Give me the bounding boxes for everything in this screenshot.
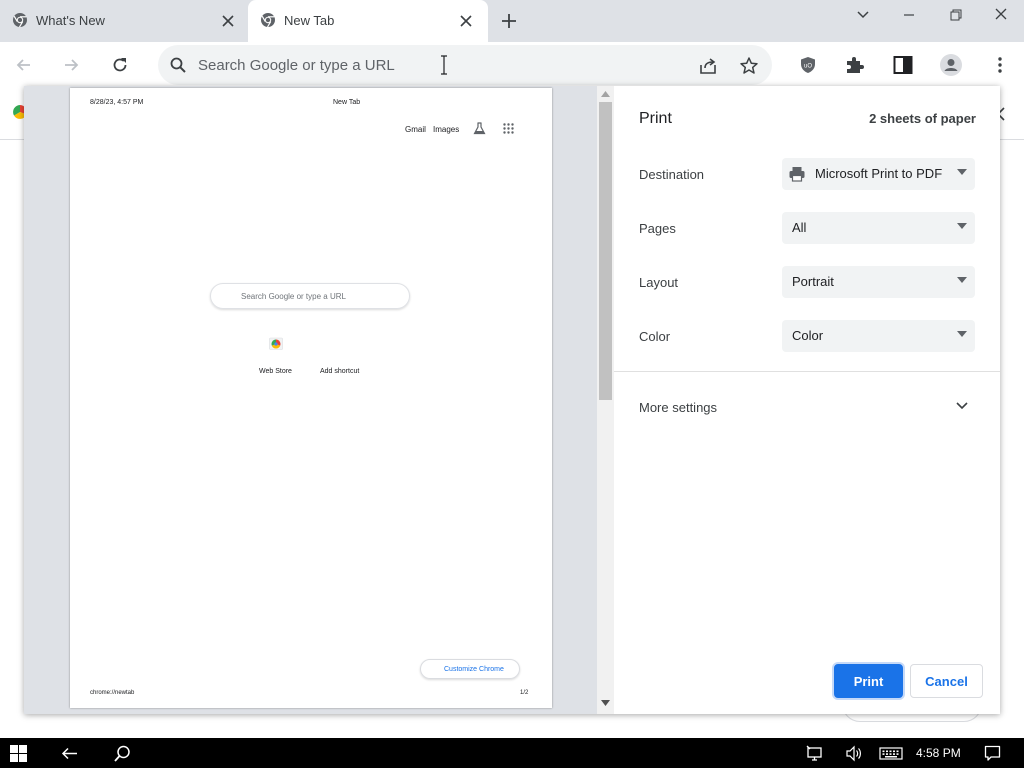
sheet-count: 2 sheets of paper [869,111,976,126]
print-title: Print [639,110,672,127]
profile-avatar-icon[interactable] [939,53,963,77]
divider [614,371,1000,372]
more-settings-toggle[interactable]: More settings [614,384,1000,432]
keyboard-icon[interactable] [879,745,903,762]
preview-shortcut-web-store: Web Store [259,368,292,375]
tab-strip: What's New New Tab [0,0,1024,42]
preview-header-datetime: 8/28/23, 4:57 PM [90,99,144,106]
preview-scrollbar[interactable] [597,86,614,714]
shield-extension-icon[interactable]: uO [796,53,820,77]
preview-search-placeholder: Search Google or type a URL [241,292,346,301]
search-icon [170,57,186,73]
destination-select[interactable]: Microsoft Print to PDF [782,158,975,190]
toolbar: Search Google or type a URL uO [0,42,1024,88]
cancel-button[interactable]: Cancel [910,664,983,698]
close-icon[interactable] [219,12,237,30]
bookmark-star-icon[interactable] [739,56,759,76]
menu-kebab-icon[interactable] [988,53,1012,77]
labs-flask-icon [473,122,486,135]
omnibox-placeholder[interactable]: Search Google or type a URL [198,57,395,74]
scroll-up-arrow-icon[interactable] [601,91,610,97]
restore-icon[interactable] [943,6,967,24]
preview-search-box: Search Google or type a URL [210,283,410,309]
preview-customize-label: Customize Chrome [444,666,504,673]
color-select[interactable]: Color [782,320,975,352]
tab-title: New Tab [284,13,335,28]
color-value: Color [792,328,824,343]
preview-customize-chrome: Customize Chrome [420,659,520,679]
dropdown-arrow-icon [957,277,967,283]
preview-page: 8/28/23, 4:57 PM New Tab Gmail Images Se… [70,88,552,708]
forward-arrow-icon[interactable] [59,53,83,77]
minimize-icon[interactable] [897,6,921,24]
new-tab-plus-icon[interactable] [498,10,520,32]
destination-value: Microsoft Print to PDF [815,166,943,181]
layout-select[interactable]: Portrait [782,266,975,298]
tab-title: What's New [36,13,105,28]
svg-text:uO: uO [804,64,812,70]
print-preview-area: 8/28/23, 4:57 PM New Tab Gmail Images Se… [24,86,614,714]
dropdown-arrow-icon [957,331,967,337]
close-icon[interactable] [457,12,475,30]
back-arrow-icon[interactable] [12,53,36,77]
preview-shortcut-add: Add shortcut [320,368,360,375]
layout-value: Portrait [792,274,834,289]
search-icon[interactable] [114,745,131,762]
side-panel-icon[interactable] [891,53,915,77]
windows-start-icon[interactable] [10,745,27,762]
web-store-icon [269,336,283,350]
color-label: Color [639,329,671,344]
tab-search-chevron-icon[interactable] [851,6,875,24]
chrome-icon [12,12,28,28]
reload-icon[interactable] [108,53,132,77]
taskbar: 4:58 PM [0,738,1024,768]
volume-icon[interactable] [846,745,863,762]
printer-icon [788,165,806,183]
back-arrow-icon[interactable] [61,745,78,762]
destination-label: Destination [639,167,705,182]
preview-footer-url: chrome://newtab [90,690,135,696]
preview-gmail-link: Gmail [405,125,426,134]
dropdown-arrow-icon [957,169,967,175]
print-dialog: 8/28/23, 4:57 PM New Tab Gmail Images Se… [24,86,1000,714]
preview-footer-page: 1/2 [520,690,529,696]
extensions-puzzle-icon[interactable] [843,53,867,77]
more-settings-label: More settings [639,400,718,415]
preview-header-title: New Tab [333,99,361,106]
window-close-icon[interactable] [989,6,1013,24]
taskbar-clock[interactable]: 4:58 PM [916,746,961,760]
text-cursor-icon [440,55,448,75]
tab-new-tab[interactable]: New Tab [248,0,488,42]
omnibox[interactable]: Search Google or type a URL [158,45,772,85]
scroll-down-arrow-icon[interactable] [601,700,610,706]
notification-icon[interactable] [984,745,1001,762]
layout-label: Layout [639,275,679,290]
pages-select[interactable]: All [782,212,975,244]
pages-label: Pages [639,221,676,236]
chrome-icon [260,12,276,28]
pages-value: All [792,220,807,235]
network-icon[interactable] [806,745,823,762]
chevron-down-icon [956,402,968,410]
print-button[interactable]: Print [834,664,903,698]
tab-whats-new[interactable]: What's New [0,0,248,42]
dropdown-arrow-icon [957,223,967,229]
preview-images-link: Images [433,125,460,134]
apps-grid-icon [503,123,514,134]
print-settings-panel: Print 2 sheets of paper Destination Micr… [614,86,1000,714]
share-icon[interactable] [698,56,718,76]
scrollbar-thumb[interactable] [599,102,612,400]
